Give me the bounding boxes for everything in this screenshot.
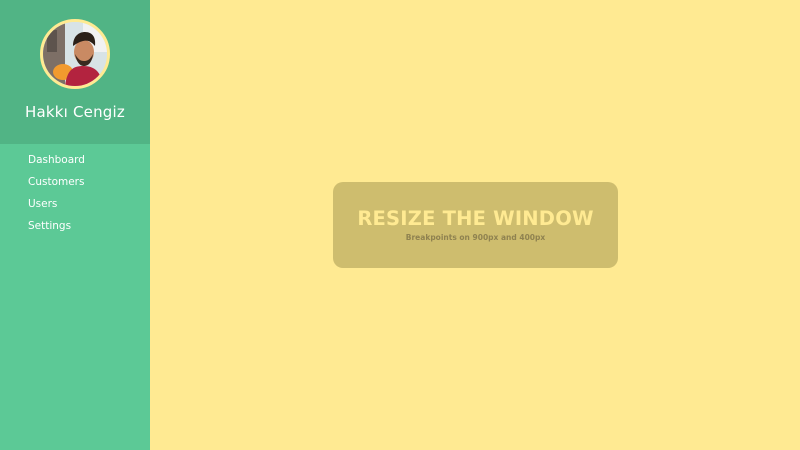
sidebar-item-dashboard[interactable]: Dashboard	[0, 149, 150, 171]
avatar[interactable]	[40, 19, 110, 89]
notice-subtitle: Breakpoints on 900px and 400px	[405, 233, 546, 242]
sidebar-nav: Dashboard Customers Users Settings	[0, 149, 150, 237]
notice-title: RESIZE THE WINDOW	[357, 207, 594, 230]
profile-header: Hakkı Cengiz	[0, 0, 150, 144]
profile-name: Hakkı Cengiz	[25, 103, 125, 121]
resize-notice: RESIZE THE WINDOW Breakpoints on 900px a…	[333, 182, 618, 268]
main-content: RESIZE THE WINDOW Breakpoints on 900px a…	[150, 0, 800, 450]
sidebar-item-settings[interactable]: Settings	[0, 215, 150, 237]
sidebar-item-users[interactable]: Users	[0, 193, 150, 215]
sidebar: Hakkı Cengiz Dashboard Customers Users S…	[0, 0, 150, 450]
user-photo-avatar-icon	[43, 22, 107, 86]
sidebar-item-customers[interactable]: Customers	[0, 171, 150, 193]
